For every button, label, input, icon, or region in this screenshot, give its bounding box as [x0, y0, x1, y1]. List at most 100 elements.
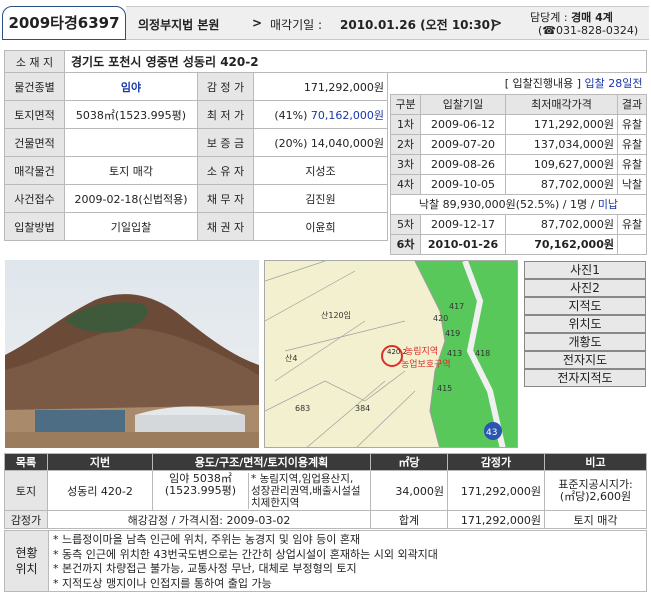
cadastral-map[interactable]: 420 2 농림지역 농업보호구역 산120임 420 417 419 413 … — [264, 260, 518, 448]
info-label: 채 무 자 — [197, 184, 254, 213]
overview-map-button[interactable]: 개황도 — [524, 333, 646, 351]
table-row: 3차 2009-08-26 109,627,000원 유찰 — [390, 153, 647, 175]
map-label: 419 — [445, 329, 460, 338]
arrow-icon: > — [252, 16, 263, 30]
location-value: 경기도 포천시 영중면 성동리 420-2 — [64, 50, 647, 73]
info-label: 소 유 자 — [197, 156, 254, 185]
table-row: 4차 2009-10-05 87,702,000원 낙찰 — [390, 173, 647, 195]
bid-history-table: [ 입찰진행내용 ] 입찰 28일전 구분 입찰기일 최저매각가격 결과 1차 … — [390, 72, 647, 255]
owner: 지성조 — [253, 156, 388, 185]
map-label: 413 — [447, 349, 462, 358]
deposit-value: 14,040,000원 — [310, 136, 384, 150]
location-row: 소 재 지 경기도 포천시 영중면 성동리 420-2 — [4, 50, 647, 73]
debtor: 김진원 — [253, 184, 388, 213]
location-label: 소 재 지 — [4, 50, 65, 73]
land-area: 임야 5038㎡ — [169, 471, 232, 485]
bid-date: 2009-10-05 — [420, 173, 506, 195]
photo2-button[interactable]: 사진2 — [524, 279, 646, 297]
unpaid-status: 미납 — [597, 198, 619, 211]
bid-date: 2009-06-12 — [420, 113, 506, 135]
zone-label: 농림지역 — [405, 345, 438, 357]
total-label: 합계 — [370, 510, 448, 529]
result: 유찰 — [617, 133, 647, 155]
summary-row: 감정가 해강감정 / 가격시점: 2009-03-02 합계 171,292,0… — [4, 510, 647, 529]
column-header: 용도/구조/면적/토지이용계획 — [152, 453, 371, 471]
min-price: 87,702,000원 — [505, 213, 618, 235]
deposit-percent: (20%) — [274, 136, 308, 150]
table-row: 1차 2009-06-12 171,292,000원 유찰 — [390, 113, 647, 135]
info-label: 입찰방법 — [4, 212, 65, 241]
min-price: 109,627,000원 — [505, 153, 618, 175]
map-label: 384 — [355, 404, 370, 413]
result: 유찰 — [617, 113, 647, 135]
building-area — [64, 128, 198, 157]
creditor: 이윤희 — [253, 212, 388, 241]
deposit: (20%) 14,040,000원 — [253, 128, 388, 157]
case-number: 2009타경6397 — [2, 6, 126, 40]
label-line: 위치 — [15, 562, 38, 576]
column-header: 지번 — [47, 453, 153, 471]
remarks: 표준지공시지가: (㎡당)2,600원 — [544, 470, 647, 511]
electronic-map-button[interactable]: 전자지도 — [524, 351, 646, 369]
department-phone: (☎031-828-0324) — [538, 24, 639, 37]
info-label: 채 권 자 — [197, 212, 254, 241]
column-header: 감정가 — [447, 453, 545, 471]
round: 5차 — [390, 213, 421, 235]
case-filed: 2009-02-18(신법적용) — [64, 184, 198, 213]
land-use: 임야 5038㎡ (1523.995평) * 농림지역,임업용산지, 성장관리권… — [152, 470, 371, 511]
map-label: 683 — [295, 404, 310, 413]
result — [617, 233, 647, 255]
land-use-plan: 치제한지역 — [251, 496, 300, 509]
info-label: 매각물건 — [4, 156, 65, 185]
bid-date: 2010-01-26 — [420, 233, 506, 255]
list-item: * 본건까지 차량접근 불가능, 교통사정 무난, 대체로 부정형의 토지 — [53, 562, 357, 575]
court-name: 의정부지법 본원 — [138, 18, 220, 32]
map-label: 산4 — [285, 353, 297, 363]
min-price: 87,702,000원 — [505, 173, 618, 195]
cadastral-map-button[interactable]: 지적도 — [524, 297, 646, 315]
winning-bid-text: 낙찰 89,930,000원(52.5%) / 1명 / — [418, 198, 595, 211]
appraisal-value: 171,292,000원 — [253, 72, 388, 101]
appraisal: 171,292,000원 — [447, 470, 545, 511]
table-row: 5차 2009-12-17 87,702,000원 유찰 — [390, 213, 647, 235]
land-use-plan: * 농림지역,임업용산지, — [251, 472, 354, 485]
bid-history-title-text: [ 입찰진행내용 ] — [504, 76, 582, 90]
department-label: 담당계 : — [530, 11, 568, 24]
minimum-price-value: 70,162,000원 — [310, 108, 384, 122]
appraisal-agency: 해강감정 / 가격시점: 2009-03-02 — [47, 510, 371, 529]
column-header: ㎡당 — [370, 453, 448, 471]
min-price: 70,162,000원 — [505, 233, 618, 255]
column-header: 입찰기일 — [420, 93, 506, 115]
land-use-plan: 성장관리권역,배출시설설 — [251, 484, 361, 497]
electronic-cadastral-button[interactable]: 전자지적도 — [524, 369, 646, 387]
price-per-m2: 34,000원 — [370, 470, 448, 511]
round: 2차 — [390, 133, 421, 155]
arrow-icon: > — [492, 16, 503, 30]
remark-line: 표준지공시지가: — [558, 477, 633, 491]
info-label: 감 정 가 — [197, 72, 254, 101]
header-bar: 의정부지법 본원 > 매각기일 : 2010.01.26 (오전 10:30) … — [126, 6, 649, 40]
land-area-pyeong: (1523.995평) — [164, 483, 237, 497]
bid-date: 2009-07-20 — [420, 133, 506, 155]
department-value: 경매 4계 — [571, 11, 613, 24]
map-label: 417 — [449, 302, 464, 311]
sale-item: 토지 매각 — [64, 156, 198, 185]
result: 유찰 — [617, 213, 647, 235]
item-type: 토지 — [4, 470, 48, 511]
property-photo[interactable] — [5, 260, 259, 448]
bid-history-title: [ 입찰진행내용 ] 입찰 28일전 — [390, 72, 647, 95]
property-type: 임야 — [64, 72, 198, 101]
sale-date-label: 매각기일 : — [270, 18, 323, 32]
list-item: * 느릅정이마을 남측 인근에 위치, 주위는 농경지 및 임야 등이 혼재 — [53, 533, 361, 546]
info-label: 물건종별 — [4, 72, 65, 101]
lot-number: 성동리 420-2 — [47, 470, 153, 511]
photo1-button[interactable]: 사진1 — [524, 261, 646, 279]
round: 4차 — [390, 173, 421, 195]
sale-date: 2010.01.26 (오전 10:30) — [340, 18, 496, 32]
bid-method: 기일입찰 — [64, 212, 198, 241]
bid-date: 2009-12-17 — [420, 213, 506, 235]
location-description: 현황 위치 * 느릅정이마을 남측 인근에 위치, 주위는 농경지 및 임야 등… — [4, 530, 647, 592]
summary-label: 감정가 — [4, 510, 48, 529]
days-before-bid: 입찰 28일전 — [584, 76, 643, 90]
location-map-button[interactable]: 위치도 — [524, 315, 646, 333]
